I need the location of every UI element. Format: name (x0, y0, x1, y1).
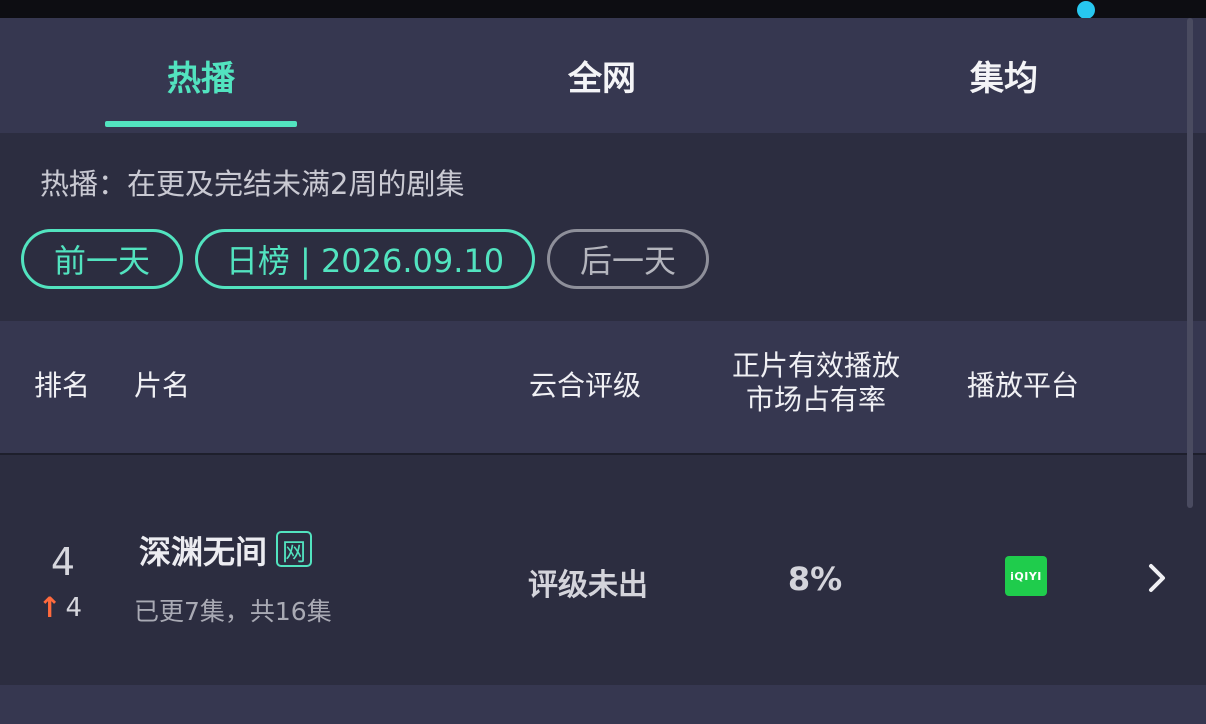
header-rank: 排名 (34, 369, 91, 402)
next-day-button[interactable]: 后一天 (547, 229, 709, 289)
status-bar (0, 0, 1206, 18)
header-platform: 播放平台 (967, 369, 1080, 402)
episode-status: 已更7集，共16集 (134, 597, 332, 626)
table-header: 排名 片名 云合评级 正片有效播放 市场占有率 播放平台 (0, 321, 1206, 453)
iqiyi-logo: iQIYI (1005, 556, 1047, 596)
prev-day-button[interactable]: 前一天 (21, 229, 183, 289)
header-rating: 云合评级 (529, 369, 642, 402)
header-share-line2: 市场占有率 (745, 383, 886, 416)
drama-title: 深渊无间 (139, 533, 268, 571)
tab-hot[interactable]: 热播 (51, 18, 351, 133)
category-description: 热播：在更及完结未满2周的剧集 (40, 167, 465, 201)
rank-change: ↑ 4 (38, 591, 82, 624)
web-series-badge: 网 (276, 531, 312, 567)
filter-section: 热播：在更及完结未满2周的剧集 前一天 日榜 | 2026.09.10 后一天 (0, 133, 1206, 321)
tab-episode-average[interactable]: 集均 (854, 18, 1154, 133)
up-arrow-icon: ↑ (38, 591, 62, 624)
daily-chart-date-selector[interactable]: 日榜 | 2026.09.10 (195, 229, 535, 289)
scrollbar[interactable] (1187, 18, 1193, 508)
tab-bar: 热播 全网 集均 (0, 18, 1206, 133)
rating-value: 评级未出 (528, 568, 648, 603)
tab-all-network[interactable]: 全网 (452, 18, 752, 133)
header-share-line1: 正片有效播放 (731, 349, 900, 382)
status-dot-icon (1077, 1, 1095, 19)
active-tab-indicator (105, 121, 297, 127)
next-row-preview (0, 685, 1206, 724)
rank-change-value: 4 (65, 592, 83, 623)
table-row[interactable]: 4 ↑ 4 深渊无间 网 已更7集，共16集 评级未出 8% iQIYI (0, 455, 1206, 685)
chevron-right-icon[interactable] (1142, 561, 1172, 595)
rank-number: 4 (50, 540, 76, 584)
header-title: 片名 (134, 369, 191, 402)
market-share-value: 8% (787, 560, 843, 598)
